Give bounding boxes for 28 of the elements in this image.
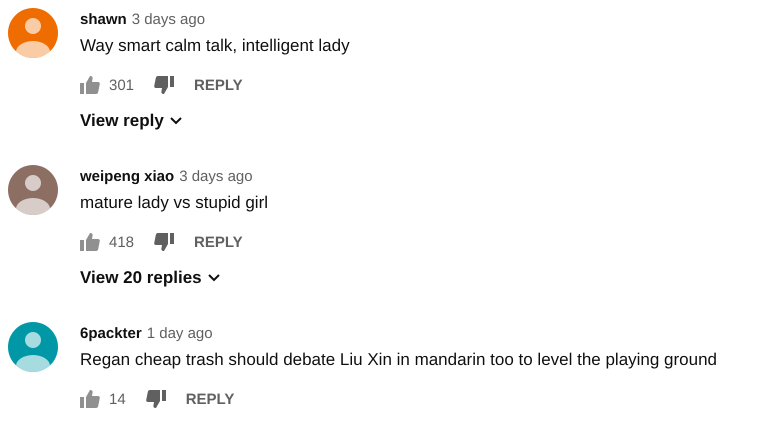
comment-time[interactable]: 1 day ago — [146, 325, 213, 342]
comment-text: mature lady vs stupid girl — [80, 193, 268, 213]
reply-button[interactable]: REPLY — [186, 390, 234, 408]
thumbs-up-icon[interactable] — [80, 390, 100, 408]
chevron-down-icon — [208, 274, 220, 282]
avatar-icon[interactable] — [8, 8, 58, 58]
thumbs-up-icon[interactable] — [80, 233, 100, 251]
thumbs-down-icon[interactable] — [154, 76, 174, 94]
view-replies-button[interactable]: View 20 replies — [80, 268, 220, 288]
avatar-icon[interactable] — [8, 322, 58, 372]
author-name[interactable]: 6packter — [80, 325, 142, 342]
chevron-down-icon — [170, 117, 182, 125]
view-replies-button[interactable]: View reply — [80, 111, 182, 131]
thumbs-down-icon[interactable] — [146, 390, 166, 408]
like-count: 301 — [109, 76, 134, 94]
comment-time[interactable]: 3 days ago — [179, 168, 253, 185]
reply-button[interactable]: REPLY — [194, 234, 243, 250]
comment-text: Way smart calm talk, intelligent lady — [80, 36, 350, 56]
avatar-icon[interactable] — [8, 165, 58, 215]
thumbs-up-icon[interactable] — [80, 76, 100, 94]
like-count: 14 — [109, 390, 126, 408]
comment-time[interactable]: 3 days ago — [132, 11, 206, 28]
like-count: 418 — [109, 234, 134, 250]
author-name[interactable]: shawn — [80, 11, 127, 28]
thumbs-down-icon[interactable] — [154, 233, 174, 251]
author-name[interactable]: weipeng xiao — [80, 168, 174, 185]
reply-button[interactable]: REPLY — [194, 76, 243, 94]
comment-text: Regan cheap trash should debate Liu Xin in mandarin too to level the playing ground — [80, 350, 717, 370]
